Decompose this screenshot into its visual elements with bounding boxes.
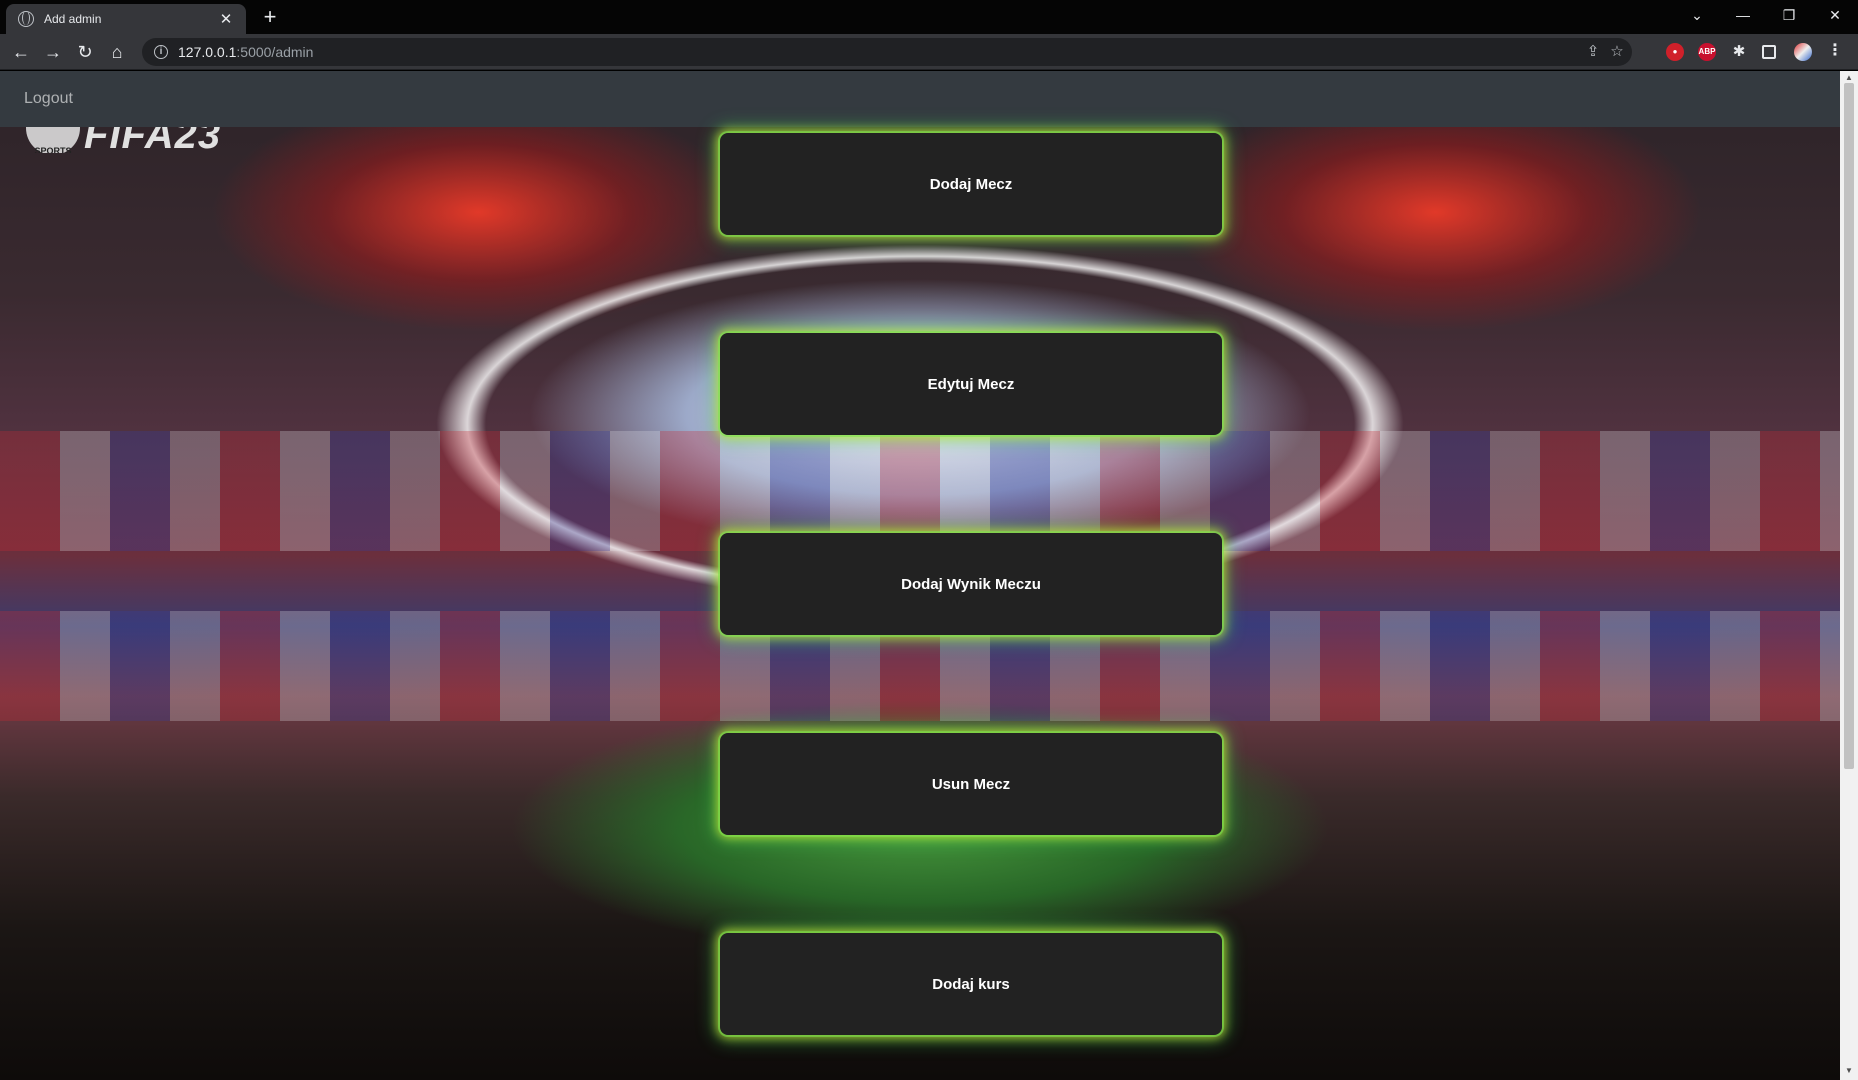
reload-button[interactable]: ↻ xyxy=(73,40,97,64)
url-path: :5000/admin xyxy=(236,44,314,60)
edit-match-button[interactable]: Edytuj Mecz xyxy=(720,333,1222,435)
tab-search-icon[interactable]: ⌄ xyxy=(1674,0,1720,30)
bookmark-star-icon[interactable]: ☆ xyxy=(1606,38,1628,66)
restore-button[interactable]: ❐ xyxy=(1766,0,1812,30)
fifa-logo: SPORTS FIFA23 xyxy=(26,127,286,153)
puzzle-icon[interactable]: ✱ xyxy=(1730,43,1748,61)
page-scrollbar[interactable]: ▲ ▼ xyxy=(1840,71,1858,1080)
ea-sports-badge: SPORTS xyxy=(26,127,80,153)
delete-match-button[interactable]: Usun Mecz xyxy=(720,733,1222,835)
scroll-up-arrow-icon[interactable]: ▲ xyxy=(1844,73,1854,83)
share-icon[interactable]: ⇪ xyxy=(1582,38,1604,66)
top-navbar: Logout xyxy=(0,71,1840,127)
browser-tab[interactable]: Add admin ✕ xyxy=(6,4,246,34)
browser-titlebar: Add admin ✕ + ⌄ — ❐ ✕ xyxy=(0,0,1858,34)
sidebar-icon[interactable] xyxy=(1762,45,1776,59)
fifa-wordmark: FIFA23 xyxy=(84,127,222,153)
close-window-button[interactable]: ✕ xyxy=(1812,0,1858,30)
adblock-shield-icon[interactable]: ● xyxy=(1666,43,1684,61)
tab-title: Add admin xyxy=(44,12,102,26)
new-tab-button[interactable]: + xyxy=(258,5,282,29)
scroll-down-arrow-icon[interactable]: ▼ xyxy=(1844,1066,1854,1076)
address-bar[interactable]: i 127.0.0.1 :5000/admin ⇪ ☆ xyxy=(142,38,1632,66)
add-odds-button[interactable]: Dodaj kurs xyxy=(720,933,1222,1035)
page-viewport: SPORTS FIFA23 Logout Dodaj Mecz Edytuj M… xyxy=(0,71,1840,1080)
profile-avatar[interactable] xyxy=(1794,43,1812,61)
logout-link[interactable]: Logout xyxy=(24,90,73,108)
tab-close-icon[interactable]: ✕ xyxy=(218,10,234,28)
browser-toolbar: ← → ↻ ⌂ i 127.0.0.1 :5000/admin ⇪ ☆ ● AB… xyxy=(0,34,1858,70)
add-match-result-button[interactable]: Dodaj Wynik Meczu xyxy=(720,533,1222,635)
kebab-menu-icon[interactable]: ⋮ xyxy=(1826,43,1844,61)
abp-icon[interactable]: ABP xyxy=(1698,43,1716,61)
forward-button[interactable]: → xyxy=(41,40,65,64)
globe-icon xyxy=(18,11,34,27)
url-host: 127.0.0.1 xyxy=(178,44,237,60)
site-info-icon[interactable]: i xyxy=(154,45,168,59)
minimize-button[interactable]: — xyxy=(1720,0,1766,30)
back-button[interactable]: ← xyxy=(9,40,33,64)
scrollbar-thumb[interactable] xyxy=(1844,83,1854,769)
home-button[interactable]: ⌂ xyxy=(105,40,129,64)
add-match-button[interactable]: Dodaj Mecz xyxy=(720,133,1222,235)
